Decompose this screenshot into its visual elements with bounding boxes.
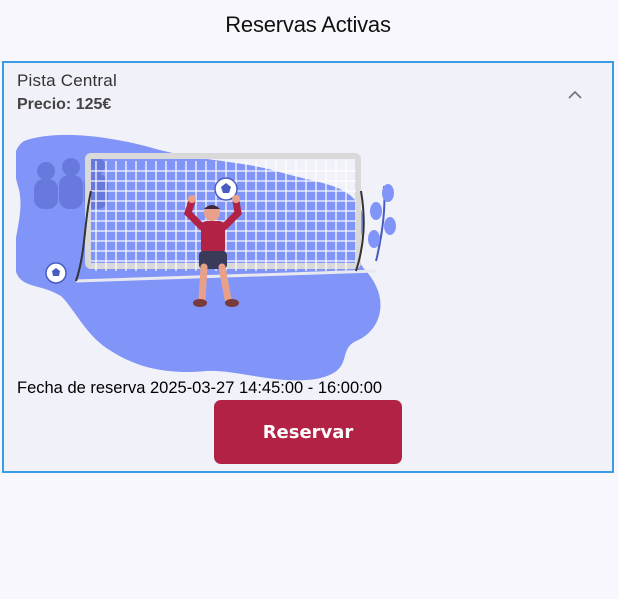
page-title: Reservas Activas [225,12,391,37]
court-name: Pista Central [17,71,117,90]
chevron-up-icon[interactable] [564,83,586,105]
reservation-card: Pista Central Precio: 125€ Fecha de rese… [2,61,614,473]
reserve-button[interactable]: Reservar [214,400,402,464]
goalkeeper-illustration [16,134,396,381]
reservation-date: Fecha de reserva 2025-03-27 14:45:00 - 1… [17,379,383,397]
reservation-card-header[interactable]: Pista Central Precio: 125€ [4,63,612,123]
price-label: Precio: 125€ [17,96,112,113]
